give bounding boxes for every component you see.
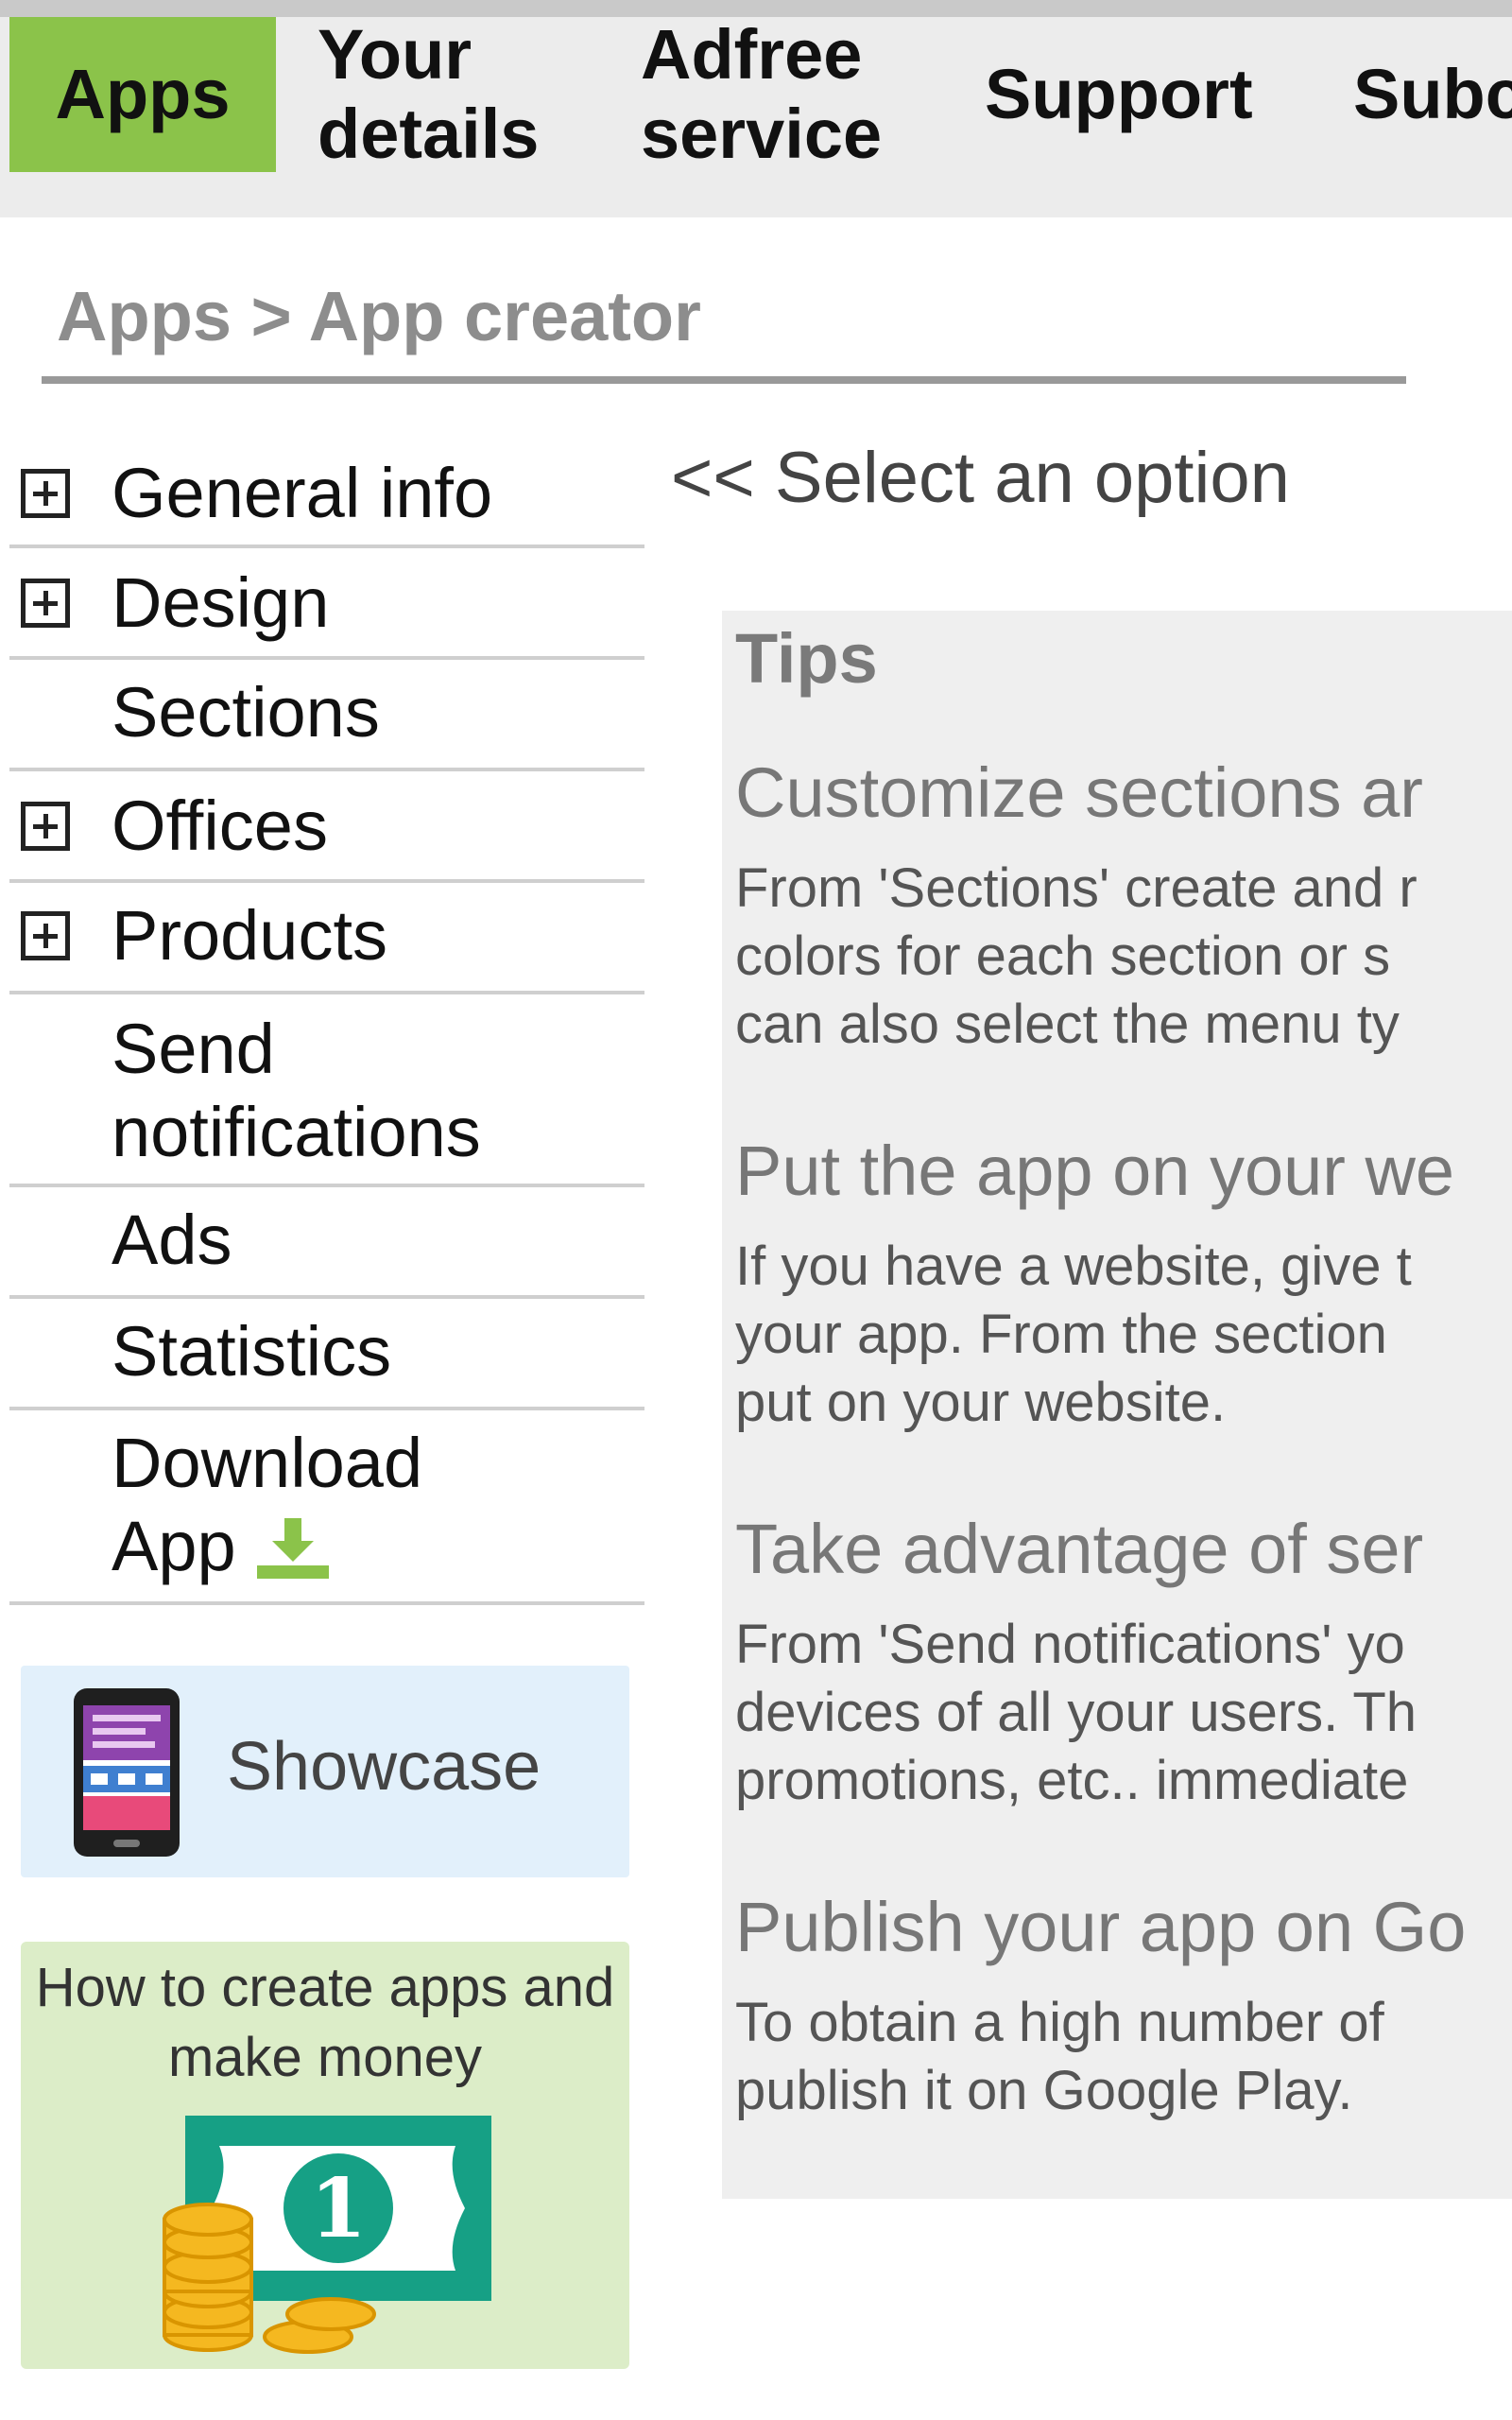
tip-heading: Put the app on your we — [735, 1132, 1455, 1210]
expand-plus-icon[interactable] — [21, 469, 70, 518]
menu-item-statistics[interactable]: Statistics — [9, 1299, 644, 1410]
nav-tab-your-details-label: Your details — [318, 17, 540, 173]
nav-tab-subc-label: Subc — [1353, 55, 1512, 133]
nav-tab-apps[interactable]: Apps — [9, 17, 276, 172]
nav-tab-adfree-service[interactable]: Adfree service — [641, 17, 934, 173]
expand-plus-icon[interactable] — [21, 579, 70, 628]
tip-line: devices of all your users. Th — [735, 1682, 1418, 1743]
tip-line: From 'Sections' create and r — [735, 857, 1418, 919]
showcase-label: Showcase — [227, 1729, 541, 1805]
tip-heading: Take advantage of ser — [735, 1510, 1424, 1588]
download-icon — [256, 1518, 329, 1580]
select-option-hint: << Select an option — [671, 438, 1290, 518]
menu-item-design[interactable]: Design — [9, 548, 644, 660]
expand-plus-icon[interactable] — [21, 911, 70, 960]
tip-line: From 'Send notifications' yo — [735, 1614, 1405, 1675]
menu-item-label: Design — [112, 563, 330, 642]
tip-line: can also select the menu ty — [735, 994, 1400, 1055]
menu-item-sections[interactable]: Sections — [9, 660, 644, 771]
tip-body: From 'Send notifications' yo devices of … — [735, 1611, 1417, 1815]
menu-item-label: Statistics — [112, 1312, 392, 1391]
money-icon: 1 — [163, 2116, 491, 2354]
nav-tab-subc[interactable]: Subc — [1353, 17, 1512, 172]
nav-tab-your-details[interactable]: Your details — [318, 17, 592, 173]
tips-title: Tips — [735, 619, 878, 698]
menu-item-label: Offices — [112, 786, 328, 865]
tip-body: To obtain a high number of publish it on… — [735, 1989, 1384, 2125]
tip-line: If you have a website, give t — [735, 1236, 1412, 1297]
tip-line: colors for each section or s — [735, 925, 1391, 987]
nav-tab-apps-label: Apps — [55, 55, 231, 133]
nav-tab-adfree-service-label: Adfree service — [641, 17, 883, 173]
tip-heading: Publish your app on Go — [735, 1888, 1467, 1966]
menu-item-label: General info — [112, 454, 493, 532]
breadcrumb-divider — [42, 376, 1406, 384]
expand-plus-icon[interactable] — [21, 802, 70, 851]
menu-item-send-notifications[interactable]: Send notifications — [9, 994, 644, 1187]
tip-line: put on your website. — [735, 1372, 1227, 1433]
top-strip — [0, 0, 1512, 17]
top-navigation: Apps Your details Adfree service Support… — [0, 17, 1512, 217]
menu-item-ads[interactable]: Ads — [9, 1187, 644, 1299]
tip-heading: Customize sections ar — [735, 753, 1423, 832]
phone-icon — [74, 1688, 180, 1857]
menu-item-products[interactable]: Products — [9, 883, 644, 994]
how-to-title: How to create apps and make money — [35, 1957, 615, 2088]
tip-line: your app. From the section — [735, 1304, 1387, 1365]
tips-panel: Tips Customize sections ar From 'Section… — [722, 611, 1512, 2199]
menu-item-label: Ads — [112, 1201, 232, 1279]
menu-item-download-app[interactable]: Download App — [9, 1410, 644, 1605]
tip-body: From 'Sections' create and r colors for … — [735, 855, 1418, 1059]
tip-body: If you have a website, give t your app. … — [735, 1233, 1412, 1437]
how-to-banner[interactable]: How to create apps and make money 1 — [21, 1942, 629, 2369]
tip-line: To obtain a high number of — [735, 1992, 1384, 2053]
breadcrumb: Apps > App creator — [57, 277, 701, 355]
menu-item-offices[interactable]: Offices — [9, 771, 644, 883]
nav-tab-support[interactable]: Support — [985, 17, 1287, 172]
menu-item-label: Products — [112, 896, 388, 975]
showcase-banner[interactable]: Showcase — [21, 1666, 629, 1877]
tip-line: publish it on Google Play. — [735, 2060, 1353, 2121]
menu-item-label: Send notifications — [112, 1010, 481, 1171]
nav-tab-support-label: Support — [985, 55, 1253, 133]
menu-item-label: Sections — [112, 673, 380, 752]
menu-item-general-info[interactable]: General info — [9, 435, 644, 548]
bill-value: 1 — [310, 2161, 367, 2256]
sidebar-menu: General info Design Sections Offices Pro… — [9, 435, 644, 1605]
tip-line: promotions, etc.. immediate — [735, 1750, 1409, 1811]
